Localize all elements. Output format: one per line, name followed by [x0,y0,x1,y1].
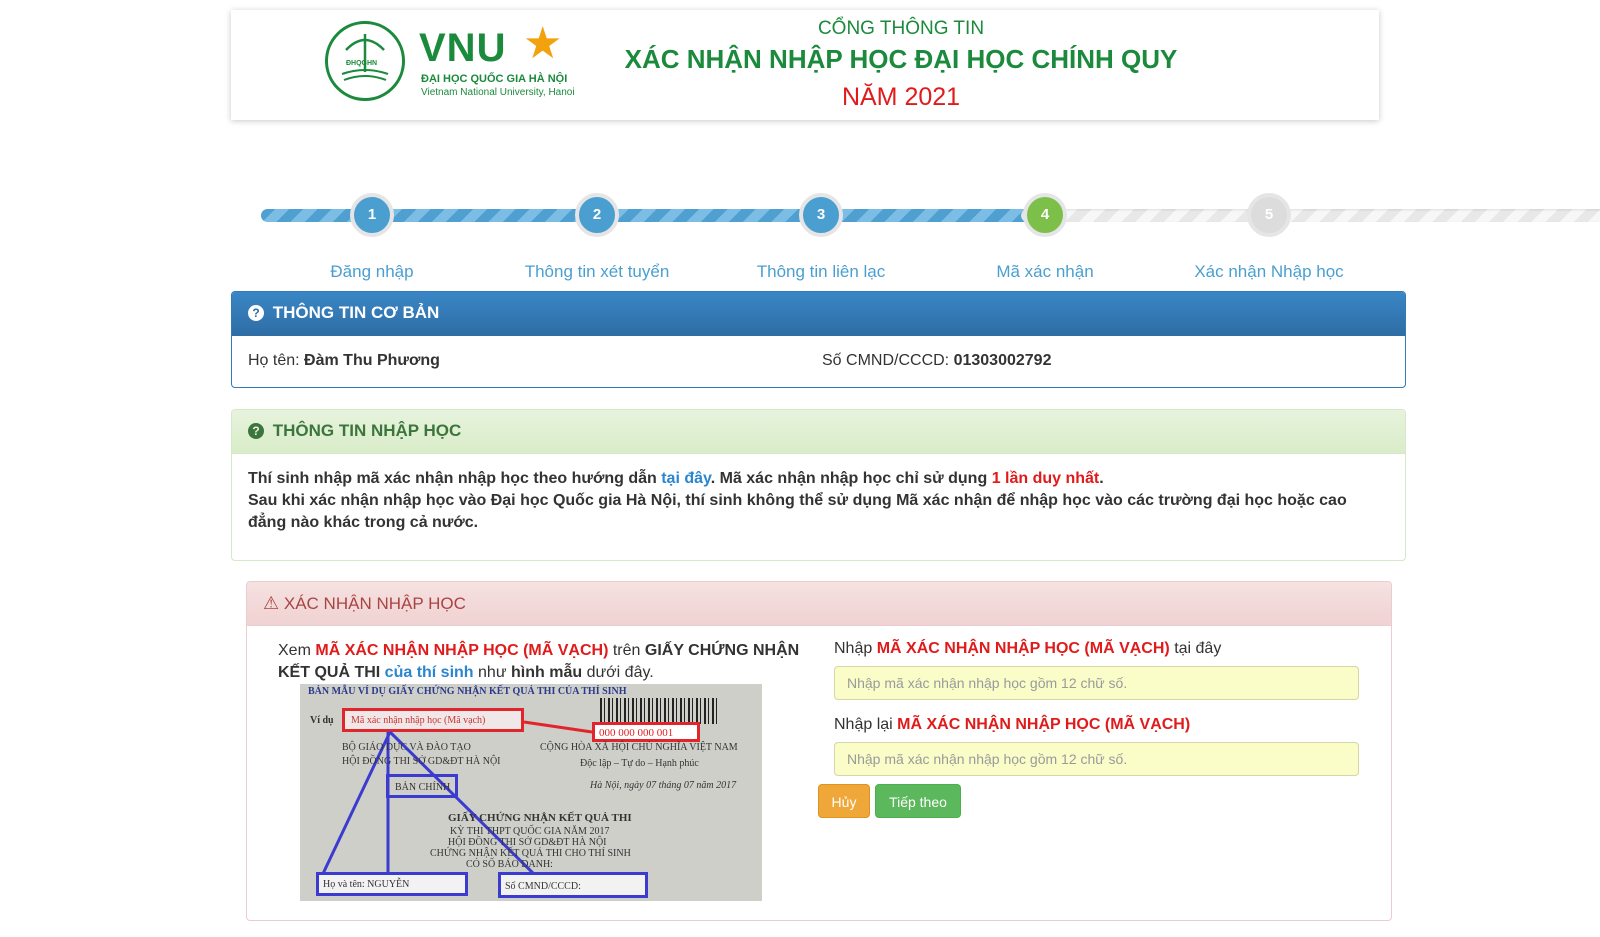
logo-small-text: ĐHQGHN [346,60,378,67]
step-4-label[interactable]: Mã xác nhận [935,262,1155,282]
img-republic: CỘNG HÒA XÃ HỘI CHỦ NGHĨA VIỆT NAM [540,742,738,753]
year-label: NĂM 2021 [841,83,961,111]
text-sample: hình mẫu [511,664,583,681]
step-5-label[interactable]: Xác nhận Nhập học [1159,262,1379,282]
text-on: trên [612,642,641,659]
page-title: XÁC NHẬN NHẬP HỌC ĐẠI HỌC CHÍNH QUY [624,44,1178,74]
form-actions: Hủy Tiếp theo [818,784,1343,824]
question-circle-icon: ? [248,423,264,439]
basic-info-header: ? THÔNG TIN CƠ BẢN [232,292,1405,336]
step-4-dot: 4 [1023,193,1067,237]
confirm-admission-panel: ⚠ XÁC NHẬN NHẬP HỌC Xem MÃ XÁC NHẬN NHẬP… [246,581,1392,921]
next-button[interactable]: Tiếp theo [875,784,961,818]
star-icon: ★ [523,19,563,68]
basic-info-panel: ? THÔNG TIN CƠ BẢN Họ tên: Đàm Thu Phươn… [231,291,1406,388]
reenter-code-text: MÃ XÁC NHẬN NHẬP HỌC (MÃ VẠCH) [897,716,1191,733]
reenter-text: Nhập lại [834,716,893,733]
id-label: Số CMND/CCCD: [822,352,950,369]
step-2-dot: 2 [575,193,619,237]
code-confirm-input[interactable] [834,742,1359,776]
portal-label: CỔNG THÔNG TIN [817,18,985,39]
img-name-box: Họ và tên: NGUYỄN [316,872,468,896]
basic-info-body: Họ tên: Đàm Thu Phương Số CMND/CCCD: 013… [232,336,1405,386]
vnu-emblem-logo: ĐHQGHN [325,21,405,101]
confirm-header: ⚠ XÁC NHẬN NHẬP HỌC [247,582,1391,626]
sample-certificate-image: BẢN MẪU VÍ DỤ GIẤY CHỨNG NHẬN KẾT QUẢ TH… [300,684,762,901]
img-id-box-text: Số CMND/CCCD: [505,881,581,892]
instruction-text: Thí sinh nhập mã xác nhận nhập học theo … [248,470,657,487]
text-of-candidate: của thí sinh [384,664,474,681]
enter-code-label: Nhập MÃ XÁC NHẬN NHẬP HỌC (MÃ VẠCH) tại … [834,640,1359,658]
img-cert-line3: HỘI ĐỒNG THI SỞ GD&ĐT HÀ NỘI [448,837,607,848]
step-3-label[interactable]: Thông tin liên lạc [711,262,931,282]
step-2-label[interactable]: Thông tin xét tuyển [487,262,707,282]
enter-text: Nhập [834,640,873,657]
sample-instructions: Xem MÃ XÁC NHẬN NHẬP HỌC (MÃ VẠCH) trên … [278,640,808,684]
text-code: MÃ XÁC NHẬN NHẬP HỌC (MÃ VẠCH) [315,642,609,659]
university-name-vn: ĐẠI HỌC QUỐC GIA HÀ NỘI [421,73,568,85]
confirm-title: XÁC NHẬN NHẬP HỌC [283,594,466,613]
name-label: Họ tên: [248,352,300,369]
code-input[interactable] [834,666,1359,700]
img-id-box: Số CMND/CCCD: [498,872,648,898]
code-entry-form: Nhập MÃ XÁC NHẬN NHẬP HỌC (MÃ VẠCH) tại … [818,640,1359,818]
img-cert-line5: CÓ SỐ BÁO DANH: [466,859,553,870]
step-1-dot: 1 [350,193,394,237]
admission-info-title: THÔNG TIN NHẬP HỌC [272,421,462,440]
text-view: Xem [278,642,311,659]
one-time-warning: 1 lần duy nhất [991,470,1100,487]
admission-info-panel: ? THÔNG TIN NHẬP HỌC Thí sinh nhập mã xá… [231,409,1406,561]
admission-note: Sau khi xác nhận nhập học vào Đại học Qu… [248,492,1347,531]
instruction-text-2: . Mã xác nhận nhập học chỉ sử dụng [710,470,988,487]
enter-here-text: tại đây [1174,640,1222,657]
img-council: HỘI ĐỒNG THI SỞ GD&ĐT HÀ NỘI [342,756,501,767]
enter-code-text: MÃ XÁC NHẬN NHẬP HỌC (MÃ VẠCH) [876,640,1170,657]
img-ministry: BỘ GIÁO DỤC VÀ ĐÀO TẠO [342,742,471,753]
img-cert-line2: KỲ THI THPT QUỐC GIA NĂM 2017 [450,826,610,837]
instruction-end: . [1099,470,1104,487]
cancel-button[interactable]: Hủy [818,784,870,818]
step-5-dot: 5 [1247,193,1291,237]
instruction-link[interactable]: tại đây [661,470,711,487]
warning-triangle-icon: ⚠ [263,593,280,613]
basic-info-title: THÔNG TIN CƠ BẢN [272,303,440,322]
vnu-logo-text: VNU [419,26,507,70]
admission-info-body: Thí sinh nhập mã xác nhận nhập học theo … [232,454,1405,548]
text-like: như [478,664,507,681]
img-date: Hà Nội, ngày 07 tháng 07 năm 2017 [590,780,737,791]
reenter-code-label: Nhập lại MÃ XÁC NHẬN NHẬP HỌC (MÃ VẠCH) [834,716,1359,734]
text-below: dưới đây. [586,664,654,681]
step-3-dot: 3 [799,193,843,237]
step-1-label[interactable]: Đăng nhập [262,262,482,282]
img-motto: Độc lập – Tự do – Hạnh phúc [580,758,699,769]
img-cert-title: GIẤY CHỨNG NHẬN KẾT QUẢ THI [448,812,632,824]
img-name-box-text: Họ và tên: NGUYỄN [323,879,410,890]
img-cert-line4: CHỨNG NHẬN KẾT QUẢ THI CHO THÍ SINH [430,848,631,859]
site-header: ĐHQGHN VNU ★ ĐẠI HỌC QUỐC GIA HÀ NỘI Vie… [231,10,1379,120]
name-value: Đàm Thu Phương [304,352,440,369]
id-value: 01303002792 [953,352,1052,369]
university-name-en: Vietnam National University, Hanoi [421,87,575,98]
progress-track-todo [1021,209,1600,222]
img-original-box: BẢN CHÍNH [386,774,458,798]
question-circle-icon: ? [248,305,264,321]
progress-steps: 1 2 3 4 5 Đăng nhập Thông tin xét tuyển … [261,190,1600,290]
admission-info-header: ? THÔNG TIN NHẬP HỌC [232,410,1405,454]
img-original: BẢN CHÍNH [395,782,451,793]
